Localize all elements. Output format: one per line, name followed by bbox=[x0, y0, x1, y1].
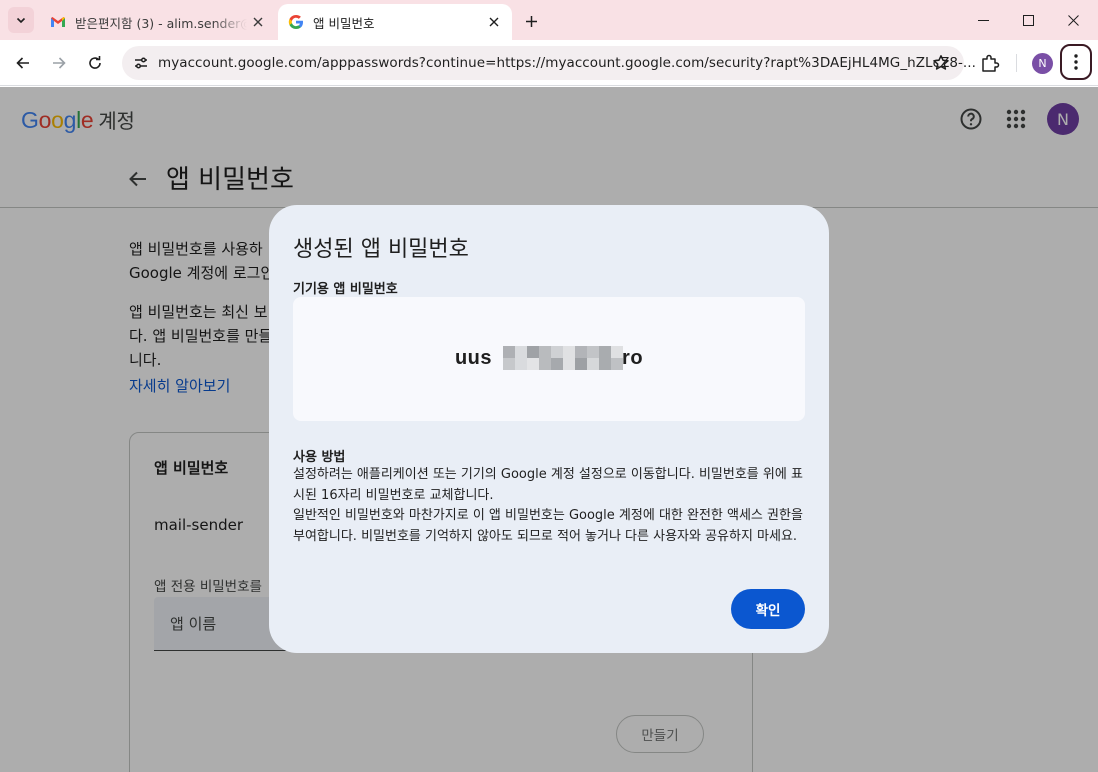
arrow-left-icon bbox=[16, 57, 29, 69]
close-tab-icon[interactable] bbox=[250, 14, 266, 30]
password-box: uus ro bbox=[293, 297, 805, 421]
bookmark-star-icon[interactable] bbox=[932, 54, 950, 72]
close-window-button[interactable] bbox=[1050, 6, 1096, 34]
profile-button[interactable]: N bbox=[1032, 53, 1053, 74]
back-button[interactable] bbox=[9, 49, 37, 77]
usage-instructions: 설정하려는 애플리케이션 또는 기기의 Google 계정 설정으로 이동합니다… bbox=[293, 465, 811, 547]
password-redaction-mosaic bbox=[503, 342, 628, 374]
usage-title: 사용 방법 bbox=[293, 450, 346, 465]
tab-title: 앱 비밀번호 bbox=[313, 15, 375, 31]
tab-strip: 받은편지함 (3) - alim.sender@gmail.com 앱 비밀번호 bbox=[0, 0, 1098, 40]
reload-icon bbox=[89, 56, 101, 69]
more-vert-icon bbox=[1074, 54, 1078, 70]
address-bar[interactable]: myaccount.google.com/apppasswords?contin… bbox=[122, 46, 976, 80]
url-text: myaccount.google.com/apppasswords?contin… bbox=[158, 55, 976, 71]
maximize-icon bbox=[1022, 14, 1034, 26]
tab-title: 받은편지함 (3) - alim.sender@gmail.com bbox=[75, 15, 247, 31]
extensions-puzzle-icon[interactable] bbox=[978, 51, 1002, 75]
dialog-title: 생성된 앱 비밀번호 bbox=[293, 237, 469, 262]
browser-menu-button[interactable] bbox=[1060, 44, 1092, 80]
gmail-icon bbox=[51, 17, 65, 27]
toolbar-separator bbox=[1016, 54, 1017, 72]
tab-gmail[interactable]: 받은편지함 (3) - alim.sender@gmail.com bbox=[40, 4, 276, 40]
chevron-down-icon bbox=[16, 17, 26, 24]
site-info-icon[interactable] bbox=[130, 52, 152, 74]
maximize-button[interactable] bbox=[1005, 6, 1051, 34]
usage-paragraph: 일반적인 비밀번호와 마찬가지로 이 앱 비밀번호는 Google 계정에 대한… bbox=[293, 508, 803, 544]
arrow-right-icon bbox=[53, 57, 66, 69]
page-content: Google 계정 N 앱 비밀번호 앱 비밀번호를 사용하 Google 계정에… bbox=[0, 87, 1098, 772]
close-icon bbox=[1067, 14, 1079, 26]
browser-toolbar: myaccount.google.com/apppasswords?contin… bbox=[0, 40, 1098, 86]
minimize-icon bbox=[977, 19, 989, 21]
tab-app-passwords[interactable]: 앱 비밀번호 bbox=[278, 4, 512, 40]
plus-icon bbox=[525, 15, 537, 27]
password-label: 기기용 앱 비밀번호 bbox=[293, 282, 398, 297]
password-prefix: uus bbox=[454, 347, 493, 369]
confirm-button[interactable]: 확인 bbox=[731, 589, 805, 629]
forward-button[interactable] bbox=[45, 49, 73, 77]
new-tab-button[interactable] bbox=[520, 10, 542, 32]
close-tab-icon[interactable] bbox=[486, 14, 502, 30]
google-g-icon bbox=[288, 15, 303, 29]
usage-paragraph: 설정하려는 애플리케이션 또는 기기의 Google 계정 설정으로 이동합니다… bbox=[293, 467, 803, 503]
minimize-button[interactable] bbox=[960, 6, 1006, 34]
tab-search-button[interactable] bbox=[8, 7, 34, 33]
generated-password-dialog: 생성된 앱 비밀번호 기기용 앱 비밀번호 uus ro 사용 방법 설정하려는… bbox=[269, 205, 829, 653]
reload-button[interactable] bbox=[81, 49, 109, 77]
